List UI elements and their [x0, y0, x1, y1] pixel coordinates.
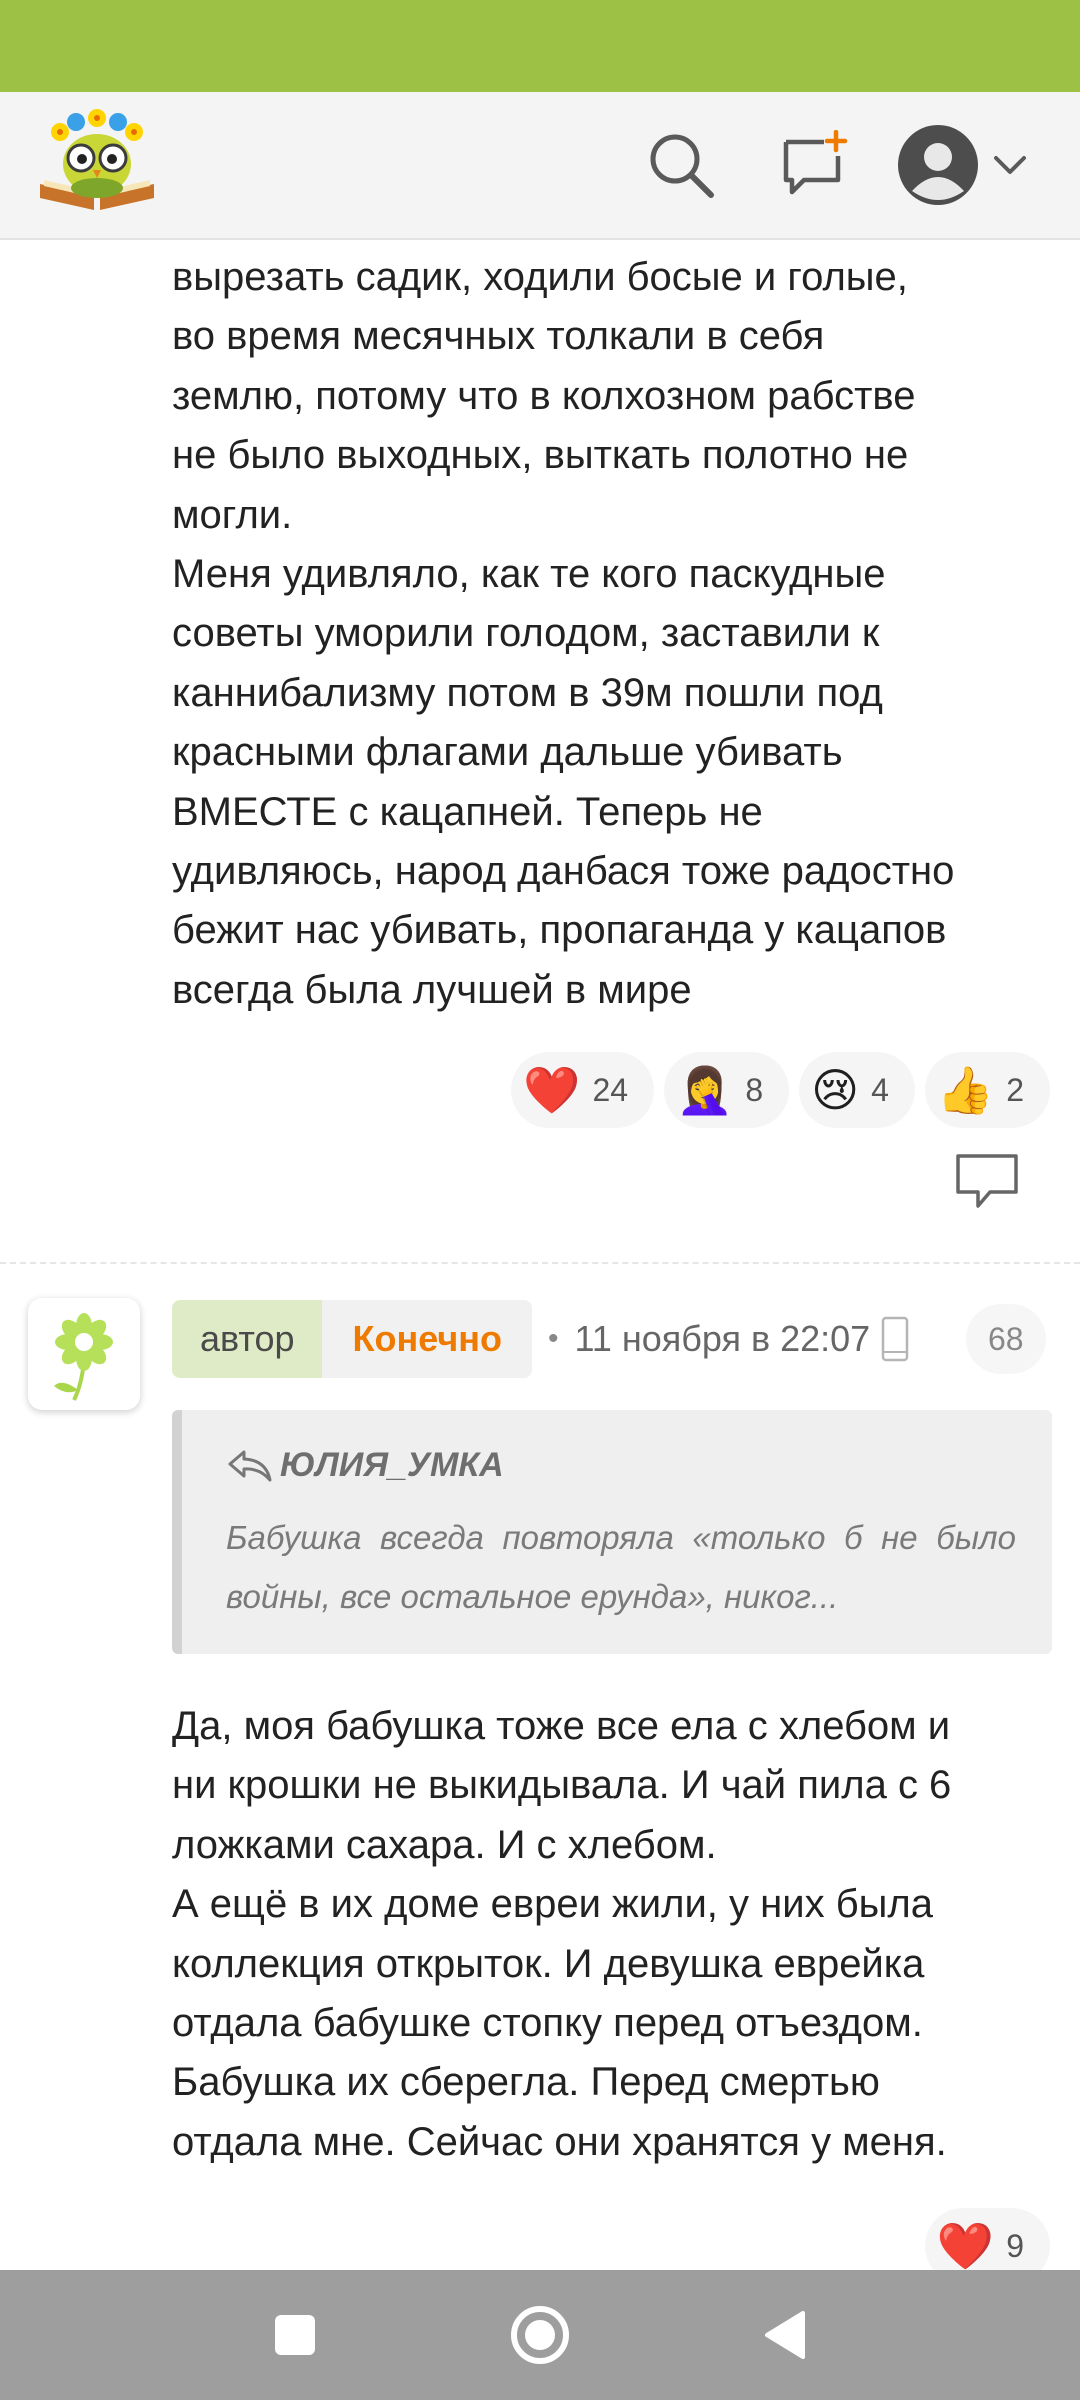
- status-bar: [0, 0, 1080, 92]
- new-message-button[interactable]: [770, 120, 860, 210]
- triangle-back-icon: [765, 2311, 805, 2359]
- square-icon: [275, 2315, 315, 2355]
- quote-text: Бабушка всегда повторяла «только б не бы…: [226, 1519, 1016, 1615]
- reaction-count: 9: [1006, 2227, 1024, 2264]
- reaction-crying[interactable]: 😢 4: [799, 1052, 915, 1128]
- owl-on-book-logo: [40, 109, 154, 210]
- heart-icon: ❤️: [936, 2219, 995, 2273]
- commenter-avatar[interactable]: [28, 1298, 140, 1410]
- reply-button[interactable]: [954, 1152, 1020, 1212]
- author-badge[interactable]: автор Конечно: [172, 1300, 532, 1378]
- reaction-thumbs-up[interactable]: 👍 2: [924, 1052, 1050, 1128]
- back-button[interactable]: [755, 2305, 815, 2365]
- quoted-reply[interactable]: ЮЛИЯ_УМКА Бабушка всегда повторяла «толь…: [172, 1410, 1052, 1654]
- heart-icon: ❤️: [523, 1063, 581, 1117]
- reaction-heart[interactable]: ❤️ 24: [511, 1052, 655, 1128]
- comment-text: Да, моя бабушка тоже все ела с хлебом и …: [172, 1704, 952, 2164]
- reaction-count: 8: [745, 1071, 764, 1108]
- search-icon: [650, 134, 714, 198]
- circle-home-icon: [511, 2306, 569, 2364]
- author-name[interactable]: Конечно: [322, 1300, 532, 1378]
- comment-meta: автор Конечно • 11 ноября в 22:07: [172, 1300, 910, 1378]
- quote-author-name: ЮЛИЯ_УМКА: [280, 1446, 504, 1484]
- reply-arrow-icon: [228, 1450, 272, 1481]
- comment-bubble-icon: [956, 1154, 1018, 1208]
- reply-count-badge[interactable]: 68: [966, 1304, 1046, 1374]
- profile-menu-button[interactable]: [896, 120, 1046, 210]
- reaction-count: 4: [871, 1071, 889, 1108]
- comment-timestamp: 11 ноября в 22:07: [574, 1318, 871, 1359]
- site-logo[interactable]: [34, 106, 160, 216]
- facepalm-icon: 🤦‍♀️: [676, 1063, 734, 1117]
- app-header: [0, 92, 1080, 240]
- search-button[interactable]: [636, 120, 726, 210]
- author-label: автор: [172, 1300, 323, 1378]
- comment-divider: [0, 1262, 1080, 1264]
- home-button[interactable]: [510, 2305, 570, 2365]
- system-nav-bar: [0, 2270, 1080, 2400]
- chevron-down-icon: [994, 156, 1026, 174]
- reaction-count: 2: [1006, 1071, 1024, 1108]
- user-avatar-icon: [898, 125, 978, 205]
- quote-author: ЮЛИЯ_УМКА: [226, 1446, 504, 1485]
- reaction-facepalm[interactable]: 🤦‍♀️ 8: [664, 1052, 790, 1128]
- reaction-count: 24: [592, 1071, 629, 1108]
- recent-apps-button[interactable]: [265, 2305, 325, 2365]
- mobile-device-icon: [881, 1316, 909, 1362]
- flower-avatar-icon: [54, 1313, 113, 1401]
- thumbs-up-icon: 👍: [936, 1063, 995, 1117]
- meta-separator: •: [547, 1322, 559, 1355]
- post-text: вырезать садик, ходили босые и голые, во…: [172, 255, 955, 1012]
- new-message-icon: [783, 130, 848, 195]
- crying-face-icon: 😢: [811, 1063, 860, 1117]
- post-reactions: ❤️ 24 🤦‍♀️ 8 😢 4 👍 2: [511, 1052, 1050, 1128]
